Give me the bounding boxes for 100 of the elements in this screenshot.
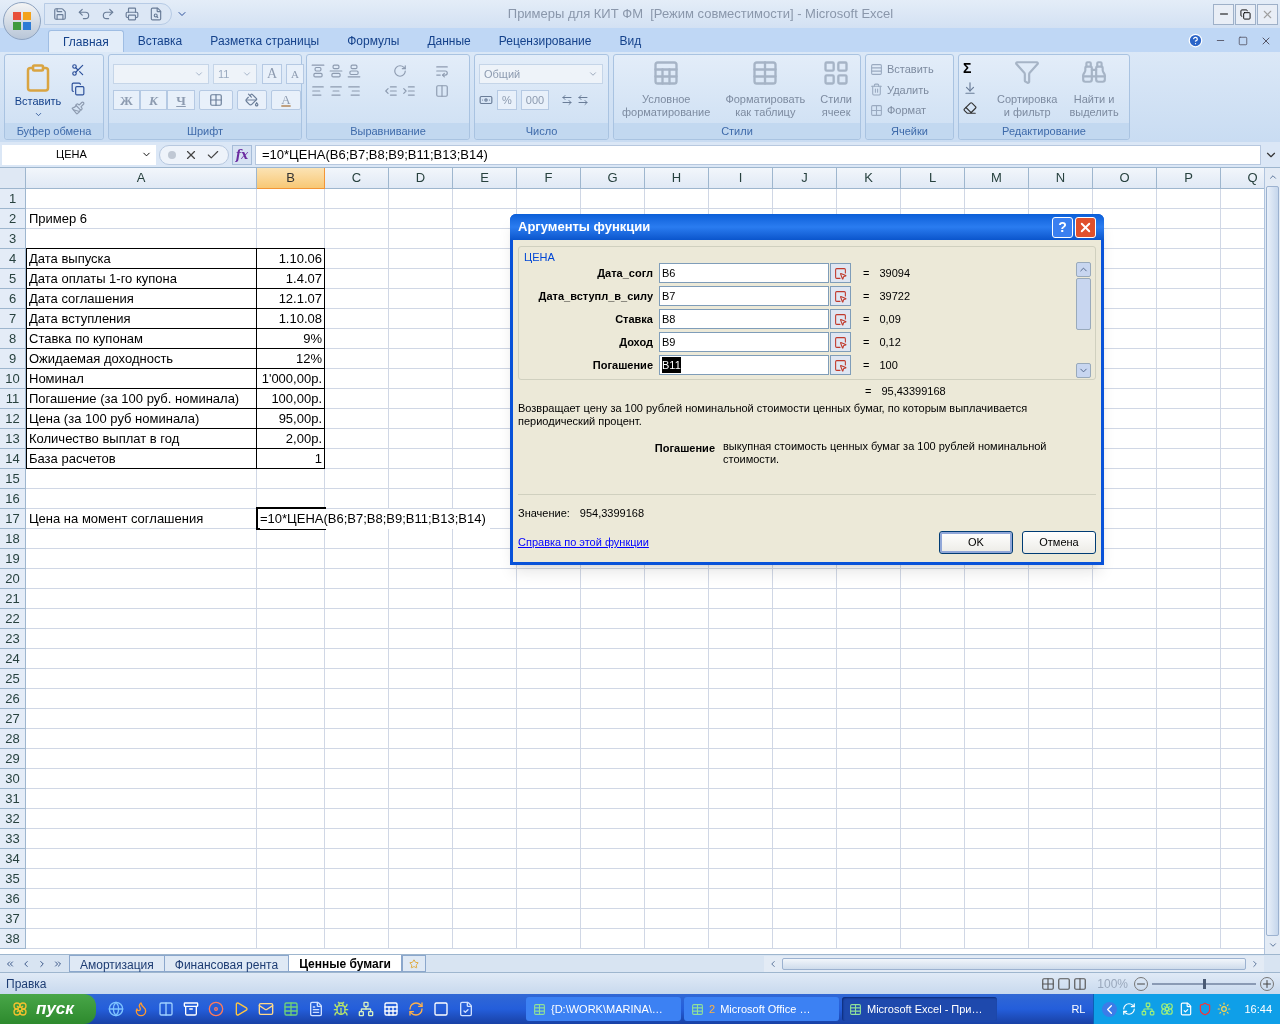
taskbar-button[interactable]: Microsoft Excel - При… <box>842 997 997 1021</box>
help-icon[interactable] <box>1188 33 1203 48</box>
sheet-tab[interactable]: Амортизация <box>69 955 165 972</box>
taskbar-button[interactable]: 2 Microsoft Office … <box>684 997 839 1021</box>
row-header[interactable]: 4 <box>0 249 26 269</box>
row-header[interactable]: 2 <box>0 209 26 229</box>
column-header[interactable]: A <box>26 168 257 189</box>
row-header[interactable]: 29 <box>0 749 26 769</box>
minimize-button[interactable] <box>1213 3 1234 25</box>
last-sheet-icon[interactable] <box>53 958 63 969</box>
cut-icon[interactable] <box>71 63 85 77</box>
dialog-button[interactable]: OK <box>939 531 1013 554</box>
row-header[interactable]: 16 <box>0 489 26 509</box>
preview-icon[interactable] <box>149 7 163 21</box>
page-layout-icon[interactable] <box>1057 976 1072 991</box>
row-header[interactable]: 23 <box>0 629 26 649</box>
columns-icon[interactable] <box>158 1001 174 1017</box>
paste-button[interactable]: Вставить <box>9 59 67 119</box>
file-check-icon[interactable] <box>1179 1002 1194 1016</box>
column-header[interactable]: G <box>581 168 645 189</box>
column-header[interactable]: J <box>773 168 837 189</box>
scroll-up-icon[interactable] <box>1267 172 1278 182</box>
save-icon[interactable] <box>53 7 67 21</box>
dialog-button[interactable]: Отмена <box>1022 531 1096 554</box>
start-button[interactable]: пуск <box>0 994 96 1024</box>
help-link[interactable]: Справка по этой функции <box>518 534 649 551</box>
browser-icon[interactable] <box>108 1001 124 1017</box>
collapse-dialog-button[interactable] <box>830 263 851 283</box>
formula-field[interactable]: =10*ЦЕНА(B6;B7;B8;B9;B11;B13;B14) <box>255 144 1261 165</box>
tray-expand-icon[interactable] <box>1102 1001 1118 1017</box>
sheet-tab[interactable]: Ценные бумаги <box>288 955 402 972</box>
horizontal-scrollbar[interactable] <box>764 955 1264 972</box>
ribbon-tab[interactable]: Вставка <box>123 30 197 52</box>
row-header[interactable]: 20 <box>0 569 26 589</box>
scroll-left-icon[interactable] <box>768 958 778 969</box>
refresh-icon[interactable] <box>408 1001 424 1017</box>
ribbon-tab[interactable]: Вид <box>605 30 656 52</box>
row-header[interactable]: 1 <box>0 189 26 209</box>
row-header[interactable]: 37 <box>0 909 26 929</box>
restore-icon[interactable] <box>1238 35 1248 46</box>
row-header[interactable]: 28 <box>0 729 26 749</box>
row-header[interactable]: 25 <box>0 669 26 689</box>
redo-icon[interactable] <box>101 7 115 21</box>
row-header[interactable]: 7 <box>0 309 26 329</box>
spreadsheet-icon[interactable] <box>283 1001 299 1017</box>
flower-icon[interactable] <box>1160 1002 1175 1016</box>
grid-icon[interactable] <box>383 1001 399 1017</box>
argument-field[interactable]: B8 <box>659 309 829 329</box>
row-header[interactable]: 17 <box>0 509 26 529</box>
column-header[interactable]: F <box>517 168 581 189</box>
column-header[interactable]: M <box>965 168 1029 189</box>
insert-function-button[interactable]: fx <box>232 144 252 165</box>
name-box[interactable]: ЦЕНА <box>2 144 156 165</box>
scroll-right-icon[interactable] <box>1250 958 1260 969</box>
column-header[interactable]: H <box>645 168 709 189</box>
row-header[interactable]: 14 <box>0 449 26 469</box>
row-header[interactable]: 31 <box>0 789 26 809</box>
normal-view-icon[interactable] <box>1041 976 1056 991</box>
row-header[interactable]: 33 <box>0 829 26 849</box>
ribbon-tab[interactable]: Главная <box>48 30 124 52</box>
collapse-dialog-button[interactable] <box>830 286 851 306</box>
row-header[interactable]: 11 <box>0 389 26 409</box>
mail-icon[interactable] <box>258 1001 274 1017</box>
archive-icon[interactable] <box>183 1001 199 1017</box>
previous-sheet-icon[interactable] <box>21 958 31 969</box>
column-header[interactable]: O <box>1093 168 1157 189</box>
new-sheet-button[interactable] <box>402 955 426 972</box>
column-header[interactable]: I <box>709 168 773 189</box>
column-header[interactable]: C <box>325 168 389 189</box>
sheet-tab[interactable]: Финансовая рента <box>163 955 290 972</box>
help-button[interactable]: ? <box>1052 216 1073 238</box>
column-header[interactable]: D <box>389 168 453 189</box>
file-check-icon[interactable] <box>458 1001 474 1017</box>
document-icon[interactable] <box>308 1001 324 1017</box>
row-header[interactable]: 27 <box>0 709 26 729</box>
sync-icon[interactable] <box>1122 1002 1137 1016</box>
copy-icon[interactable] <box>71 82 85 96</box>
ribbon-tab[interactable]: Рецензирование <box>484 30 606 52</box>
row-header[interactable]: 3 <box>0 229 26 249</box>
row-header[interactable]: 24 <box>0 649 26 669</box>
taskbar-button[interactable]: {D:\WORK\MARINA\… <box>526 997 681 1021</box>
row-header[interactable]: 12 <box>0 409 26 429</box>
paintbrush-icon[interactable] <box>71 101 85 115</box>
shield-icon[interactable] <box>1198 1002 1213 1016</box>
zoom-slider[interactable] <box>1152 978 1256 989</box>
column-header[interactable]: B <box>257 168 325 189</box>
row-header[interactable]: 26 <box>0 689 26 709</box>
restore-button[interactable] <box>1235 3 1256 25</box>
sun-icon[interactable] <box>1217 1002 1232 1016</box>
row-header[interactable]: 21 <box>0 589 26 609</box>
row-header[interactable]: 38 <box>0 929 26 949</box>
row-header[interactable]: 5 <box>0 269 26 289</box>
column-header[interactable]: N <box>1029 168 1093 189</box>
row-header[interactable]: 19 <box>0 549 26 569</box>
row-header[interactable]: 18 <box>0 529 26 549</box>
column-header[interactable]: P <box>1157 168 1221 189</box>
collapse-dialog-button[interactable] <box>830 332 851 352</box>
collapse-dialog-button[interactable] <box>830 355 851 375</box>
office-button[interactable] <box>3 2 41 40</box>
language-indicator[interactable]: RL <box>1071 1000 1086 1018</box>
